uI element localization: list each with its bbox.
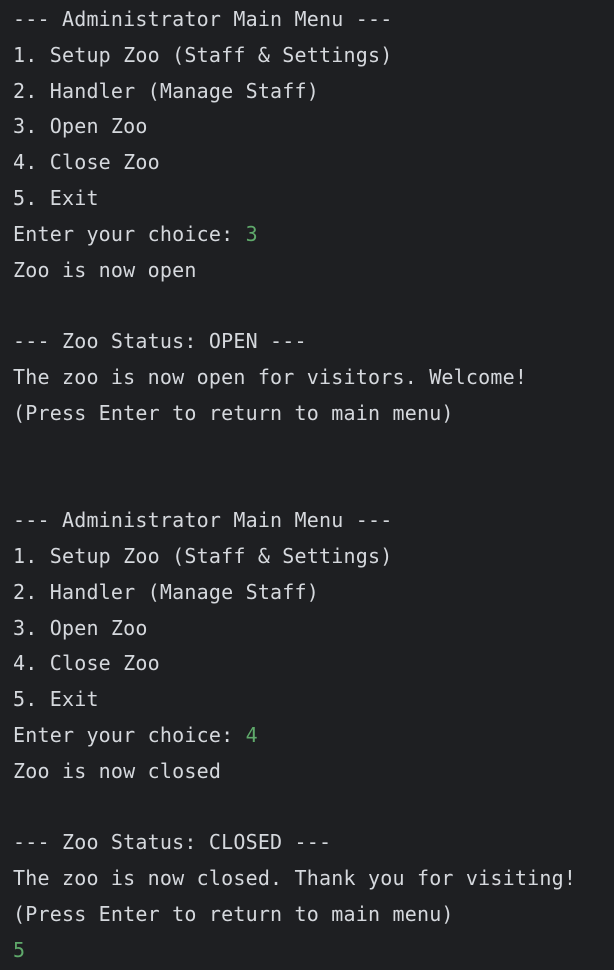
console-line-menu-option: 5. Exit [13, 181, 614, 217]
console-line-menu-option: 1. Setup Zoo (Staff & Settings) [13, 38, 614, 74]
console-line-message: Zoo is now closed [13, 754, 614, 790]
console-line-message: The zoo is now open for visitors. Welcom… [13, 360, 614, 396]
console-text: 5. Exit [13, 185, 99, 210]
console-line-menu-header: --- Administrator Main Menu --- [13, 2, 614, 38]
user-input-value: 4 [245, 722, 258, 747]
console-line-message: The zoo is now closed. Thank you for vis… [13, 861, 614, 897]
console-line-menu-option: 3. Open Zoo [13, 611, 614, 647]
console-text: 5. Exit [13, 687, 99, 712]
console-line-input[interactable]: 5 [13, 933, 614, 969]
console-output[interactable]: --- Administrator Main Menu --- 1. Setup… [0, 0, 614, 970]
console-text: 2. Handler (Manage Staff) [13, 579, 320, 604]
console-line-menu-option: 4. Close Zoo [13, 145, 614, 181]
prompt-text: Enter your choice: [13, 722, 246, 747]
console-text: --- Administrator Main Menu --- [13, 7, 393, 31]
console-text: 4. Close Zoo [13, 651, 160, 676]
console-text: (Press Enter to return to main menu) [13, 400, 454, 425]
console-text: 3. Open Zoo [13, 114, 148, 139]
console-line-menu-option: 2. Handler (Manage Staff) [13, 575, 614, 611]
user-input-value: 5 [13, 937, 26, 962]
console-line-message: (Press Enter to return to main menu) [13, 897, 614, 933]
console-line-menu-option: 5. Exit [13, 682, 614, 718]
console-line-menu-option: 4. Close Zoo [13, 646, 614, 682]
console-text: The zoo is now open for visitors. Welcom… [13, 364, 528, 389]
console-line-menu-option: 1. Setup Zoo (Staff & Settings) [13, 539, 614, 575]
console-text: --- Zoo Status: OPEN --- [13, 329, 307, 354]
console-text: (Press Enter to return to main menu) [13, 901, 454, 926]
console-text: Zoo is now closed [13, 758, 222, 783]
console-line-menu-header: --- Administrator Main Menu --- [13, 503, 614, 539]
console-text: --- Administrator Main Menu --- [13, 508, 393, 533]
console-line-status-header: --- Zoo Status: OPEN --- [13, 324, 614, 360]
console-text: 3. Open Zoo [13, 615, 148, 640]
console-text: The zoo is now closed. Thank you for vis… [13, 866, 577, 891]
console-text: Zoo is now open [13, 257, 197, 282]
user-input-value: 3 [245, 221, 258, 246]
console-line-menu-option: 3. Open Zoo [13, 109, 614, 145]
console-text: 4. Close Zoo [13, 150, 160, 175]
console-line-menu-option: 2. Handler (Manage Staff) [13, 74, 614, 110]
console-line-prompt: Enter your choice: 4 [13, 718, 614, 754]
console-line-message: Zoo is now open [13, 253, 614, 289]
console-line-status-header: --- Zoo Status: CLOSED --- [13, 825, 614, 861]
console-line-message: (Press Enter to return to main menu) [13, 396, 614, 432]
console-text: 1. Setup Zoo (Staff & Settings) [13, 543, 393, 568]
prompt-text: Enter your choice: [13, 221, 246, 246]
console-text: --- Zoo Status: CLOSED --- [13, 830, 332, 855]
console-text: 1. Setup Zoo (Staff & Settings) [13, 42, 393, 67]
console-line-prompt: Enter your choice: 3 [13, 217, 614, 253]
console-text: 2. Handler (Manage Staff) [13, 78, 320, 103]
